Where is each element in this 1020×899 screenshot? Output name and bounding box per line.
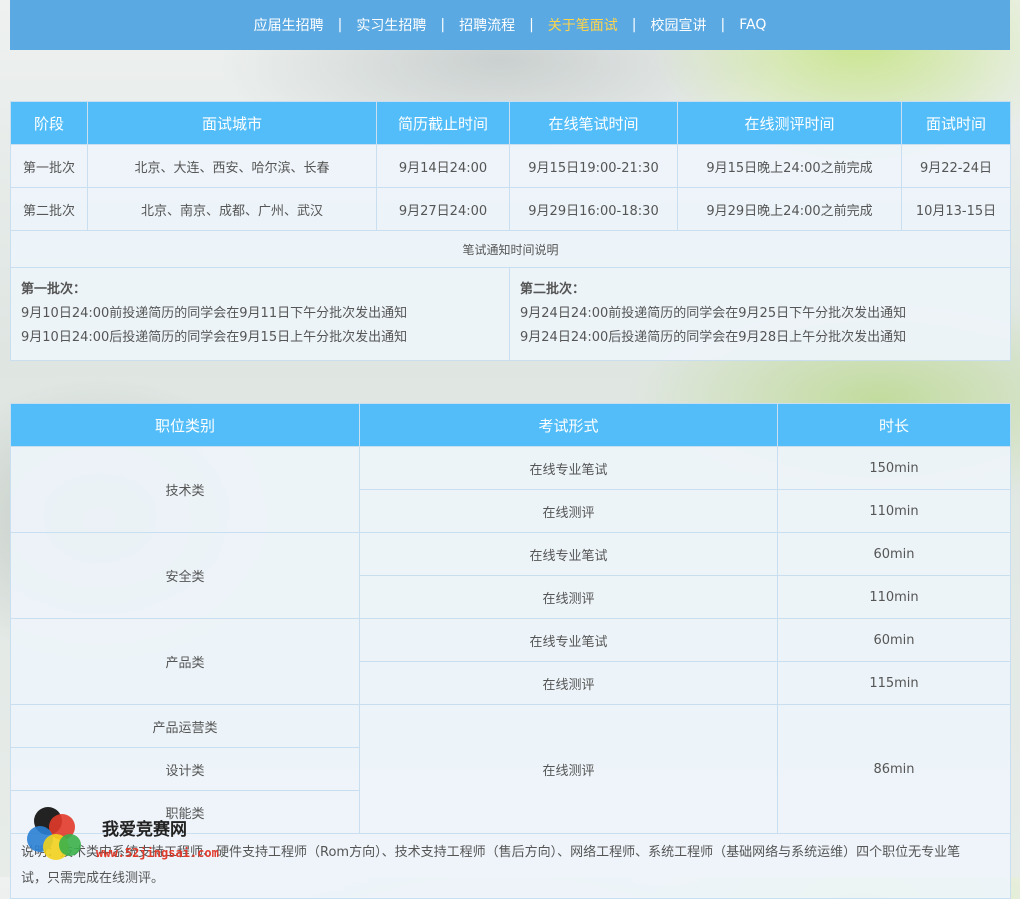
table-cell: 第二批次 xyxy=(10,187,88,231)
col-header-duration: 时长 xyxy=(777,403,1011,447)
table-cell: 在线专业笔试 xyxy=(359,532,778,576)
notice-line: 9月10日24:00后投递简历的同学会在9月15日上午分批次发出通知 xyxy=(21,330,408,345)
table-row: 产品运营类 在线测评 86min xyxy=(10,704,1011,834)
notice-title-row: 笔试通知时间说明 xyxy=(10,230,1011,268)
footnote-line: 试，只需完成在线测评。 xyxy=(21,871,165,886)
nav-separator: | xyxy=(631,17,637,33)
category-cell: 技术类 xyxy=(10,446,360,533)
watermark-url: www.52jingsai.com xyxy=(96,846,219,860)
nav-item-graduate[interactable]: 应届生招聘 xyxy=(254,15,324,35)
col-header-resume-deadline: 简历截止时间 xyxy=(376,101,510,145)
nav-separator: | xyxy=(337,17,343,33)
notice-batch-1: 第一批次： 9月10日24:00前投递简历的同学会在9月11日下午分批次发出通知… xyxy=(10,267,510,361)
table-row: 第二批次 北京、南京、成都、广州、武汉 9月27日24:00 9月29日16:0… xyxy=(10,187,1011,231)
nav-item-faq[interactable]: FAQ xyxy=(739,17,766,33)
table-row: 安全类 在线专业笔试 60min xyxy=(10,532,1011,619)
table-cell: 9月29日晚上24:00之前完成 xyxy=(677,187,902,231)
col-header-written-test: 在线笔试时间 xyxy=(509,101,678,145)
notice-line: 9月24日24:00后投递简历的同学会在9月28日上午分批次发出通知 xyxy=(520,330,907,345)
nav-separator: | xyxy=(440,17,446,33)
category-cell: 设计类 xyxy=(10,747,360,791)
watermark-logo: 我爱竞赛网 www.52jingsai.com xyxy=(26,805,226,865)
col-header-exam-form: 考试形式 xyxy=(359,403,778,447)
col-header-stage: 阶段 xyxy=(10,101,88,145)
notice-batch-2-title: 第二批次： xyxy=(520,282,586,297)
col-header-assessment: 在线测评时间 xyxy=(677,101,902,145)
schedule-table: 阶段 面试城市 简历截止时间 在线笔试时间 在线测评时间 面试时间 第一批次 北… xyxy=(10,101,1011,361)
table-cell: 在线专业笔试 xyxy=(359,618,778,662)
category-cell: 安全类 xyxy=(10,532,360,619)
notice-line: 9月10日24:00前投递简历的同学会在9月11日下午分批次发出通知 xyxy=(21,306,408,321)
notice-line: 9月24日24:00前投递简历的同学会在9月25日下午分批次发出通知 xyxy=(520,306,907,321)
watermark-emblem-icon xyxy=(27,807,81,860)
table-cell: 110min xyxy=(777,489,1011,533)
table-cell: 9月15日晚上24:00之前完成 xyxy=(677,144,902,188)
table-cell: 第一批次 xyxy=(10,144,88,188)
nav-item-process[interactable]: 招聘流程 xyxy=(459,15,515,35)
category-cell: 产品运营类 xyxy=(10,704,360,748)
table-row: 第一批次 北京、大连、西安、哈尔滨、长春 9月14日24:00 9月15日19:… xyxy=(10,144,1011,188)
table-cell: 9月27日24:00 xyxy=(376,187,510,231)
table-cell: 在线测评 xyxy=(359,575,778,619)
table-cell: 9月29日16:00-18:30 xyxy=(509,187,678,231)
watermark-title: 我爱竞赛网 xyxy=(102,820,187,840)
nav-item-exam-interview[interactable]: 关于笔面试 xyxy=(548,15,618,35)
table-cell: 10月13-15日 xyxy=(901,187,1011,231)
table-row: 技术类 在线专业笔试 150min xyxy=(10,446,1011,533)
notice-title: 笔试通知时间说明 xyxy=(10,230,1011,268)
notice-batch-1-title: 第一批次： xyxy=(21,282,87,297)
table-header-row: 阶段 面试城市 简历截止时间 在线笔试时间 在线测评时间 面试时间 xyxy=(10,101,1011,145)
nav-item-intern[interactable]: 实习生招聘 xyxy=(356,15,426,35)
col-header-interview: 面试时间 xyxy=(901,101,1011,145)
table-cell: 9月15日19:00-21:30 xyxy=(509,144,678,188)
table-cell: 60min xyxy=(777,618,1011,662)
shared-exam-form-cell: 在线测评 xyxy=(359,704,778,834)
table-cell: 150min xyxy=(777,446,1011,490)
table-cell: 110min xyxy=(777,575,1011,619)
table-cell: 北京、南京、成都、广州、武汉 xyxy=(87,187,377,231)
nav-separator: | xyxy=(720,17,726,33)
table-cell: 在线测评 xyxy=(359,489,778,533)
table-cell: 9月14日24:00 xyxy=(376,144,510,188)
table-header-row: 职位类别 考试形式 时长 xyxy=(10,403,1011,447)
top-nav: 应届生招聘 | 实习生招聘 | 招聘流程 | 关于笔面试 | 校园宣讲 | FA… xyxy=(10,0,1010,50)
notice-batch-2: 第二批次： 9月24日24:00前投递简历的同学会在9月25日下午分批次发出通知… xyxy=(509,267,1011,361)
notice-row: 第一批次： 9月10日24:00前投递简历的同学会在9月11日下午分批次发出通知… xyxy=(10,267,1011,361)
table-cell: 115min xyxy=(777,661,1011,705)
nav-item-campus-talk[interactable]: 校园宣讲 xyxy=(651,15,707,35)
shared-duration-cell: 86min xyxy=(777,704,1011,834)
nav-separator: | xyxy=(529,17,534,33)
category-cell: 产品类 xyxy=(10,618,360,705)
table-cell: 在线专业笔试 xyxy=(359,446,778,490)
table-cell: 60min xyxy=(777,532,1011,576)
table-cell: 北京、大连、西安、哈尔滨、长春 xyxy=(87,144,377,188)
table-row: 产品类 在线专业笔试 60min xyxy=(10,618,1011,705)
col-header-city: 面试城市 xyxy=(87,101,377,145)
table-cell: 9月22-24日 xyxy=(901,144,1011,188)
col-header-category: 职位类别 xyxy=(10,403,360,447)
table-cell: 在线测评 xyxy=(359,661,778,705)
